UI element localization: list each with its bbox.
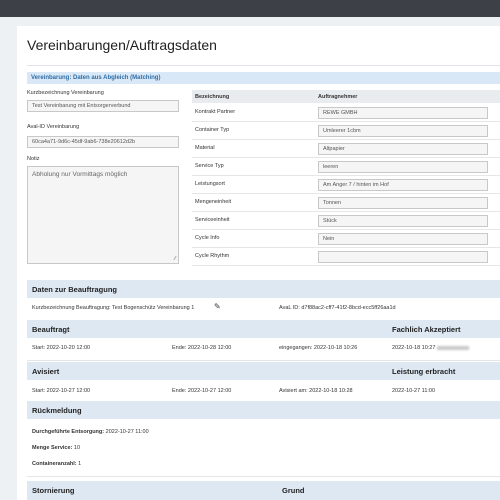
kurz-beauftragung-value: Test Bogenschütz Vereinbarung 1: [112, 305, 195, 311]
top-bar: [0, 0, 500, 17]
kurzbezeichnung-beauftragung: Kurzbezeichnung Beauftragung: Test Bogen…: [32, 305, 194, 311]
page-title: Vereinbarungen/Auftragsdaten: [27, 37, 217, 53]
menge-label: Menge Service:: [32, 445, 73, 451]
beauftragung-header-text: Daten zur Beauftragung: [32, 285, 118, 294]
fachlich-akzeptiert-header: Fachlich Akzeptiert: [392, 325, 461, 334]
fachlich-akzeptiert-value: 2022-10-18 10:27: [392, 345, 470, 351]
row-value-field[interactable]: leeren: [318, 161, 488, 173]
beauftragt-start: Start: 2022-10-20 12:00: [32, 345, 91, 351]
table-row: Material Altpapier: [192, 140, 500, 158]
table-row: Cycle Info Nein: [192, 230, 500, 248]
rueckmeldung-header-text: Rückmeldung: [32, 406, 82, 415]
table-row: Cycle Rhythm: [192, 248, 500, 266]
table-row: Leistungsort Am Anger 7 / hinten im Hof: [192, 176, 500, 194]
notiz-textarea[interactable]: Abholung nur Vormittags möglich ⁄⁄: [27, 166, 179, 264]
table-row: Container Typ Umleerer 1cbm: [192, 122, 500, 140]
aval-beauftragung-label: AvaL ID:: [279, 305, 300, 311]
leistung-erbracht-value: 2022-10-27 11:00: [392, 388, 436, 394]
menge-service: Menge Service: 10: [32, 445, 80, 451]
row-key: Leistungsort: [195, 181, 225, 187]
kurz-beauftragung-label: Kurzbezeichnung Beauftragung:: [32, 305, 111, 311]
row-value-field[interactable]: Altpapier: [318, 143, 488, 155]
main-panel: Vereinbarungen/Auftragsdaten Vereinbarun…: [17, 26, 500, 500]
row-key: Cycle Rhythm: [195, 253, 230, 259]
container-value: 1: [78, 461, 82, 467]
col-auftragnehmer: Auftragnehmer: [318, 94, 358, 100]
avisiert-am: Avisiert am: 2022-10-18 10:28: [279, 388, 353, 394]
notiz-label: Notiz: [27, 156, 40, 162]
beauftragt-ende: Ende: 2022-10-28 12:00: [172, 345, 232, 351]
row-key: Cycle Info: [195, 235, 220, 241]
row-value-field[interactable]: [318, 251, 488, 263]
akzeptiert-date: 2022-10-18 10:27: [392, 345, 436, 351]
separator: [27, 360, 500, 361]
containeranzahl: Containeranzahl: 1: [32, 461, 81, 467]
rueckmeldung-header: Rückmeldung: [27, 401, 500, 419]
grund-header: Grund: [282, 486, 305, 495]
row-value-field[interactable]: Tonnen: [318, 197, 488, 209]
table-row: Kontrakt Partner REWE GMBH: [192, 104, 500, 122]
row-value-field[interactable]: Nein: [318, 233, 488, 245]
durchgefuehrte-entsorgung: Durchgeführte Entsorgung: 2022-10-27 11:…: [32, 429, 149, 435]
row-key: Kontrakt Partner: [195, 109, 236, 115]
avisiert-header: Avisiert Leistung erbracht: [27, 362, 500, 380]
table-header: Bezeichnung Auftragnehmer: [192, 90, 500, 103]
container-label: Containeranzahl:: [32, 461, 77, 467]
beauftragt-eingegangen: eingegangen: 2022-10-18 10:26: [279, 345, 358, 351]
kurzbezeichnung-label: Kurzbezeichnung Vereinbarung: [27, 90, 104, 96]
matching-header: Vereinbarung: Daten aus Abgleich (Matchi…: [27, 72, 500, 84]
edit-icon[interactable]: ✎: [214, 302, 221, 311]
beauftragung-header: Daten zur Beauftragung: [27, 280, 500, 298]
row-key: Mengeneinheit: [195, 199, 232, 205]
title-divider: [27, 65, 500, 66]
redacted-name: [437, 345, 470, 350]
row-key: Material: [195, 145, 215, 151]
row-value-field[interactable]: REWE GMBH: [318, 107, 488, 119]
table-row: Serviceeinheit Stück: [192, 212, 500, 230]
kurzbezeichnung-field[interactable]: Test Vereinbarung mit Entsorgerverbund: [27, 100, 179, 112]
beauftragt-header-text: Beauftragt: [32, 325, 70, 334]
row-key: Container Typ: [195, 127, 230, 133]
entsorgung-value: 2022-10-27 11:00: [105, 429, 149, 435]
resize-handle-icon[interactable]: ⁄⁄: [174, 256, 176, 262]
beauftragt-header: Beauftragt Fachlich Akzeptiert: [27, 320, 500, 338]
stornierung-header: Stornierung Grund: [27, 481, 500, 500]
menge-value: 10: [73, 445, 81, 451]
aval-id-field[interactable]: 60ca4a71-9d6c-45df-9ab6-738e20612d2b: [27, 136, 179, 148]
avisiert-header-text: Avisiert: [32, 367, 60, 376]
avisiert-ende: Ende: 2022-10-27 12:00: [172, 388, 232, 394]
aval-beauftragung-value: d7f88ac2-cff7-41f2-8bcd-ecc5ff26aa1d: [301, 305, 396, 311]
table-row: Service Typ leeren: [192, 158, 500, 176]
row-key: Service Typ: [195, 163, 224, 169]
aval-id-beauftragung: AvaL ID: d7f88ac2-cff7-41f2-8bcd-ecc5ff2…: [279, 305, 396, 311]
stornierung-header-text: Stornierung: [32, 486, 75, 495]
separator: [27, 476, 500, 477]
row-value-field[interactable]: Stück: [318, 215, 488, 227]
row-value-field[interactable]: Umleerer 1cbm: [318, 125, 488, 137]
aval-id-label: Aval-ID Vereinbarung: [27, 124, 80, 130]
col-bezeichnung: Bezeichnung: [195, 94, 230, 100]
row-value-field[interactable]: Am Anger 7 / hinten im Hof: [318, 179, 488, 191]
row-key: Serviceeinheit: [195, 217, 230, 223]
table-row: Mengeneinheit Tonnen: [192, 194, 500, 212]
entsorgung-label: Durchgeführte Entsorgung:: [32, 429, 105, 435]
notiz-text: Abholung nur Vormittags möglich: [32, 171, 128, 178]
avisiert-start: Start: 2022-10-27 12:00: [32, 388, 91, 394]
leistung-erbracht-header: Leistung erbracht: [392, 367, 456, 376]
